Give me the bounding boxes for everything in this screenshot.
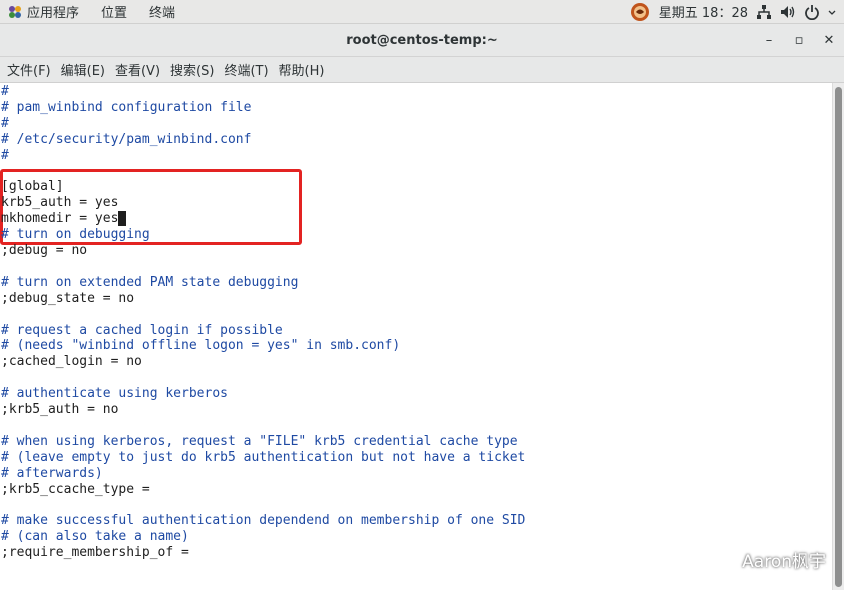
terminal-line: # (needs "winbind offline logon = yes" i… (1, 338, 400, 354)
menubar: 文件(F) 编辑(E) 查看(V) 搜索(S) 终端(T) 帮助(H) (0, 57, 844, 83)
terminal-line: # (leave empty to just do krb5 authentic… (1, 450, 525, 466)
tray-app-icon[interactable] (629, 2, 651, 22)
terminal-line: # afterwards) (1, 466, 103, 482)
terminal-line: # when using kerberos, request a "FILE" … (1, 434, 518, 450)
terminal-line-text: # turn on debugging (1, 227, 150, 243)
terminal-line-text: ;krb5_auth = no (1, 402, 119, 417)
terminal-line-text: ;cached_login = no (1, 354, 142, 370)
chevron-down-icon[interactable] (828, 4, 836, 20)
applications-icon (8, 5, 22, 19)
terminal-line-text: # afterwards) (1, 465, 103, 481)
terminal-line: ;cached_login = no (1, 354, 142, 370)
terminal-line-text: mkhomedir = yes (1, 211, 119, 227)
network-icon[interactable] (756, 4, 772, 20)
terminal-app-menu[interactable]: 终端 (141, 0, 189, 23)
text-cursor (118, 211, 127, 227)
terminal-line-text: # request a cached login if possible (1, 322, 283, 338)
terminal-line-text: ;debug_state = no (1, 290, 135, 306)
terminal-line: # request a cached login if possible (1, 323, 283, 339)
terminal-app-label: 终端 (149, 6, 176, 21)
clock[interactable]: 星期五 18：28 (659, 2, 748, 21)
window-title: root@centos-temp:~ (346, 32, 498, 48)
terminal-line: mkhomedir = yes (1, 211, 127, 227)
terminal-line-text: ;krb5_ccache_type = (1, 481, 150, 497)
watermark-text: Aaron枫宇 (742, 552, 826, 572)
top-panel: 应用程序 位置 终端 星期五 18：28 (0, 0, 844, 24)
terminal-line-text: ;require_membership_of = (1, 545, 189, 561)
terminal-line: # (1, 84, 9, 100)
terminal-line: # turn on debugging (1, 227, 150, 243)
menu-view[interactable]: 查看(V) (110, 57, 165, 82)
terminal-line: # (1, 148, 9, 164)
terminal-line-text: # pam_winbind configuration file (1, 99, 252, 115)
window-titlebar[interactable]: root@centos-temp:~ – ▫ ✕ (0, 24, 844, 57)
terminal-line-text: # when using kerberos, request a "FILE" … (1, 433, 518, 449)
menu-help[interactable]: 帮助(H) (274, 57, 330, 82)
terminal-line-text: # /etc/security/pam_winbind.conf (1, 131, 252, 147)
terminal-content[interactable]: # # pam_winbind configuration file # # /etc… (0, 83, 832, 590)
terminal-line: [global] (1, 179, 64, 195)
terminal-line-text: # (can also take a name) (1, 529, 189, 545)
terminal-line: ;debug_state = no (1, 291, 134, 307)
terminal-line-text: # (needs "winbind offline logon = yes" i… (1, 338, 401, 354)
terminal-line: # turn on extended PAM state debugging (1, 275, 298, 291)
menu-terminal[interactable]: 终端(T) (219, 57, 273, 82)
wechat-icon (708, 549, 736, 571)
menu-edit[interactable]: 编辑(E) (56, 57, 110, 82)
terminal-line-text: ;debug = no (1, 243, 88, 258)
terminal-line: ;krb5_ccache_type = (1, 482, 150, 498)
power-icon[interactable] (804, 4, 820, 20)
terminal-line-text: # (1, 115, 9, 131)
scrollbar-thumb[interactable] (835, 87, 842, 587)
terminal-line: ;debug = no (1, 243, 87, 259)
menu-file[interactable]: 文件(F) (2, 57, 56, 82)
terminal-line-text: # turn on extended PAM state debugging (1, 274, 299, 290)
maximize-button[interactable]: ▫ (784, 24, 814, 57)
terminal-line: # /etc/security/pam_winbind.conf (1, 132, 251, 148)
terminal-line: # (1, 116, 9, 132)
terminal-line-text: # authenticate using kerberos (1, 386, 228, 402)
terminal-line: ;krb5_auth = no (1, 402, 118, 418)
terminal-line: ;require_membership_of = (1, 545, 189, 561)
applications-label: 应用程序 (27, 6, 80, 21)
menu-search[interactable]: 搜索(S) (165, 57, 219, 82)
terminal-line-text: # make successful authentication depende… (1, 513, 526, 529)
terminal-line: # (can also take a name) (1, 529, 189, 545)
terminal-line: krb5_auth = yes (1, 195, 118, 211)
applications-menu[interactable]: 应用程序 (0, 0, 93, 23)
terminal-line: # pam_winbind configuration file (1, 100, 251, 116)
terminal-line-text: [global] (1, 179, 64, 195)
terminal-line-text: krb5_auth = yes (1, 195, 119, 211)
places-menu[interactable]: 位置 (93, 0, 141, 23)
close-button[interactable]: ✕ (814, 24, 844, 57)
minimize-button[interactable]: – (754, 24, 784, 57)
terminal-line: # authenticate using kerberos (1, 386, 228, 402)
terminal-line-text: # (leave empty to just do krb5 authentic… (1, 449, 526, 465)
places-label: 位置 (101, 6, 128, 21)
volume-icon[interactable] (780, 4, 796, 20)
watermark: Aaron枫宇 (708, 547, 826, 572)
terminal-line-text: # (1, 84, 9, 99)
terminal-line-text: # (1, 147, 9, 163)
scrollbar[interactable] (832, 83, 844, 590)
terminal-line: # make successful authentication depende… (1, 513, 525, 529)
